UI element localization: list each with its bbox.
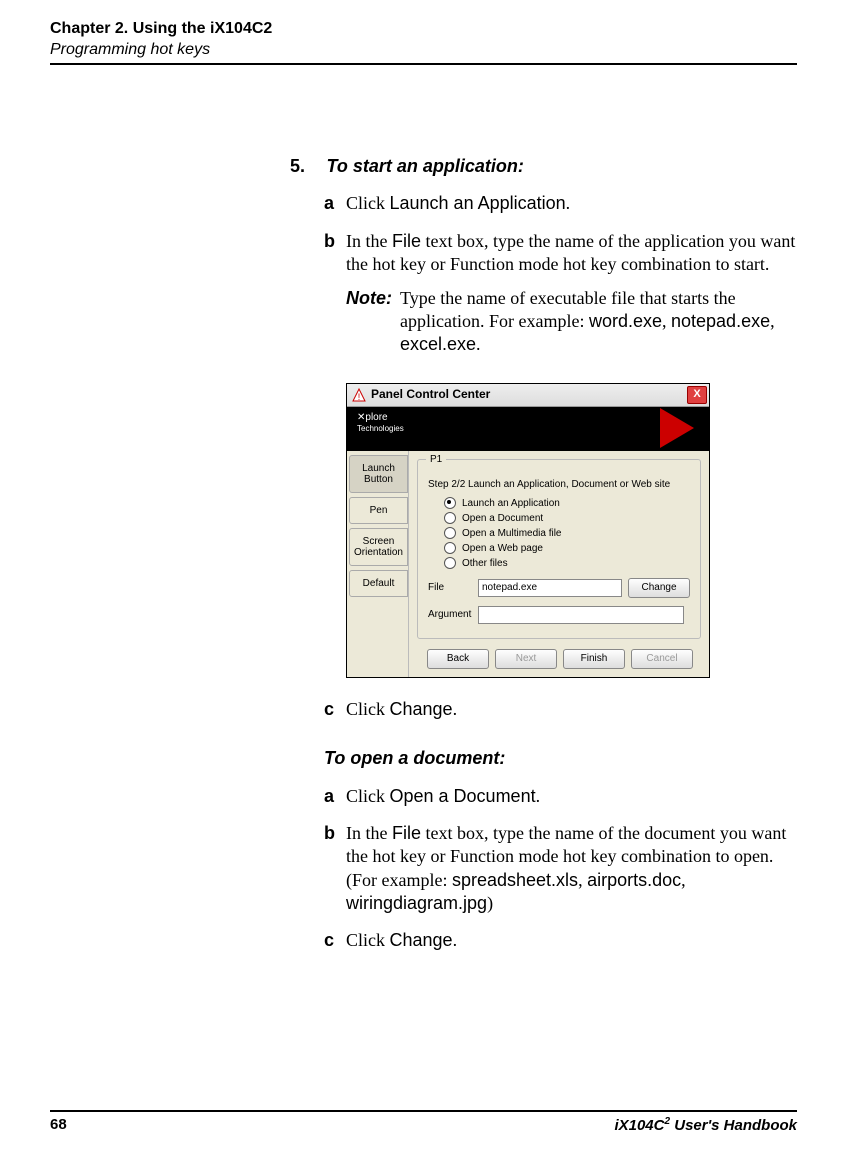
step-heading: To start an application:: [327, 156, 524, 176]
step-5: 5. To start an application:: [290, 155, 797, 178]
substep-2a: a Click Open a Document.: [324, 785, 797, 808]
tab-default[interactable]: Default: [349, 570, 408, 597]
page-header: Chapter 2. Using the iX104C2 Programming…: [50, 20, 797, 65]
red-triangle-icon: [660, 408, 694, 448]
section2-heading: To open a document:: [324, 747, 797, 770]
page-footer: 68 iX104C2 User's Handbook: [50, 1110, 797, 1134]
radio-other-files[interactable]: Other files: [444, 557, 690, 570]
substep-2b: b In the File text box, type the name of…: [324, 822, 797, 916]
substep-body: Click Change.: [346, 698, 797, 721]
cancel-button[interactable]: Cancel: [631, 649, 693, 669]
group-p1: P1 Step 2/2 Launch an Application, Docum…: [417, 459, 701, 639]
radio-icon: [444, 542, 456, 554]
substep-letter: c: [324, 698, 346, 721]
radio-open-multimedia[interactable]: Open a Multimedia file: [444, 527, 690, 540]
radio-open-document[interactable]: Open a Document: [444, 512, 690, 525]
back-button[interactable]: Back: [427, 649, 489, 669]
close-icon: X: [693, 389, 700, 400]
substep-b: b In the File text box, type the name of…: [324, 230, 797, 277]
next-button[interactable]: Next: [495, 649, 557, 669]
file-label: File: [428, 581, 478, 594]
substep-letter: a: [324, 192, 346, 215]
substep-letter: b: [324, 230, 346, 277]
substep-body: In the File text box, type the name of t…: [346, 822, 797, 916]
note-body: Type the name of executable file that st…: [400, 287, 797, 357]
page-number: 68: [50, 1116, 67, 1134]
radio-icon: [444, 512, 456, 524]
chapter-title: Chapter 2. Using the iX104C2: [50, 20, 797, 38]
step-number: 5.: [290, 155, 308, 178]
substep-body: Click Launch an Application.: [346, 192, 797, 215]
substep-c: c Click Change.: [324, 698, 797, 721]
tab-screen-orientation[interactable]: Screen Orientation: [349, 528, 408, 566]
tab-launch-button[interactable]: Launch Button: [349, 455, 408, 493]
step-label: Step 2/2 Launch an Application, Document…: [428, 478, 690, 491]
argument-label: Argument: [428, 608, 478, 621]
substep-2c: c Click Change.: [324, 929, 797, 952]
side-tabs: Launch Button Pen Screen Orientation Def…: [347, 451, 409, 677]
argument-textbox[interactable]: [478, 606, 684, 624]
substep-letter: a: [324, 785, 346, 808]
window-title: Panel Control Center: [371, 387, 687, 403]
substep-body: In the File text box, type the name of t…: [346, 230, 797, 277]
radio-launch-application[interactable]: Launch an Application: [444, 497, 690, 510]
section-title: Programming hot keys: [50, 41, 797, 59]
file-row: File notepad.exe Change: [428, 578, 690, 598]
book-title: iX104C2 User's Handbook: [614, 1116, 797, 1134]
file-textbox[interactable]: notepad.exe: [478, 579, 622, 597]
argument-row: Argument: [428, 606, 690, 624]
note: Note: Type the name of executable file t…: [346, 287, 797, 357]
close-button[interactable]: X: [687, 386, 707, 404]
radio-open-webpage[interactable]: Open a Web page: [444, 542, 690, 555]
substep-letter: c: [324, 929, 346, 952]
xplore-logo: ✕ploreTechnologies: [357, 412, 404, 434]
radio-icon: [444, 497, 456, 509]
substep-letter: b: [324, 822, 346, 916]
dialog-buttons: Back Next Finish Cancel: [417, 639, 701, 677]
window-titlebar[interactable]: ! Panel Control Center X: [347, 384, 709, 407]
substep-body: Click Change.: [346, 929, 797, 952]
note-label: Note:: [346, 287, 400, 357]
radio-icon: [444, 527, 456, 539]
warning-icon: !: [351, 387, 367, 403]
radio-icon: [444, 557, 456, 569]
finish-button[interactable]: Finish: [563, 649, 625, 669]
group-legend: P1: [426, 453, 446, 466]
substep-a: a Click Launch an Application.: [324, 192, 797, 215]
change-button[interactable]: Change: [628, 578, 690, 598]
substep-body: Click Open a Document.: [346, 785, 797, 808]
tab-pen[interactable]: Pen: [349, 497, 408, 524]
banner: ✕ploreTechnologies: [347, 407, 709, 451]
panel-control-center-screenshot: ! Panel Control Center X ✕ploreTechnolog…: [346, 383, 797, 678]
svg-text:!: !: [358, 392, 361, 402]
